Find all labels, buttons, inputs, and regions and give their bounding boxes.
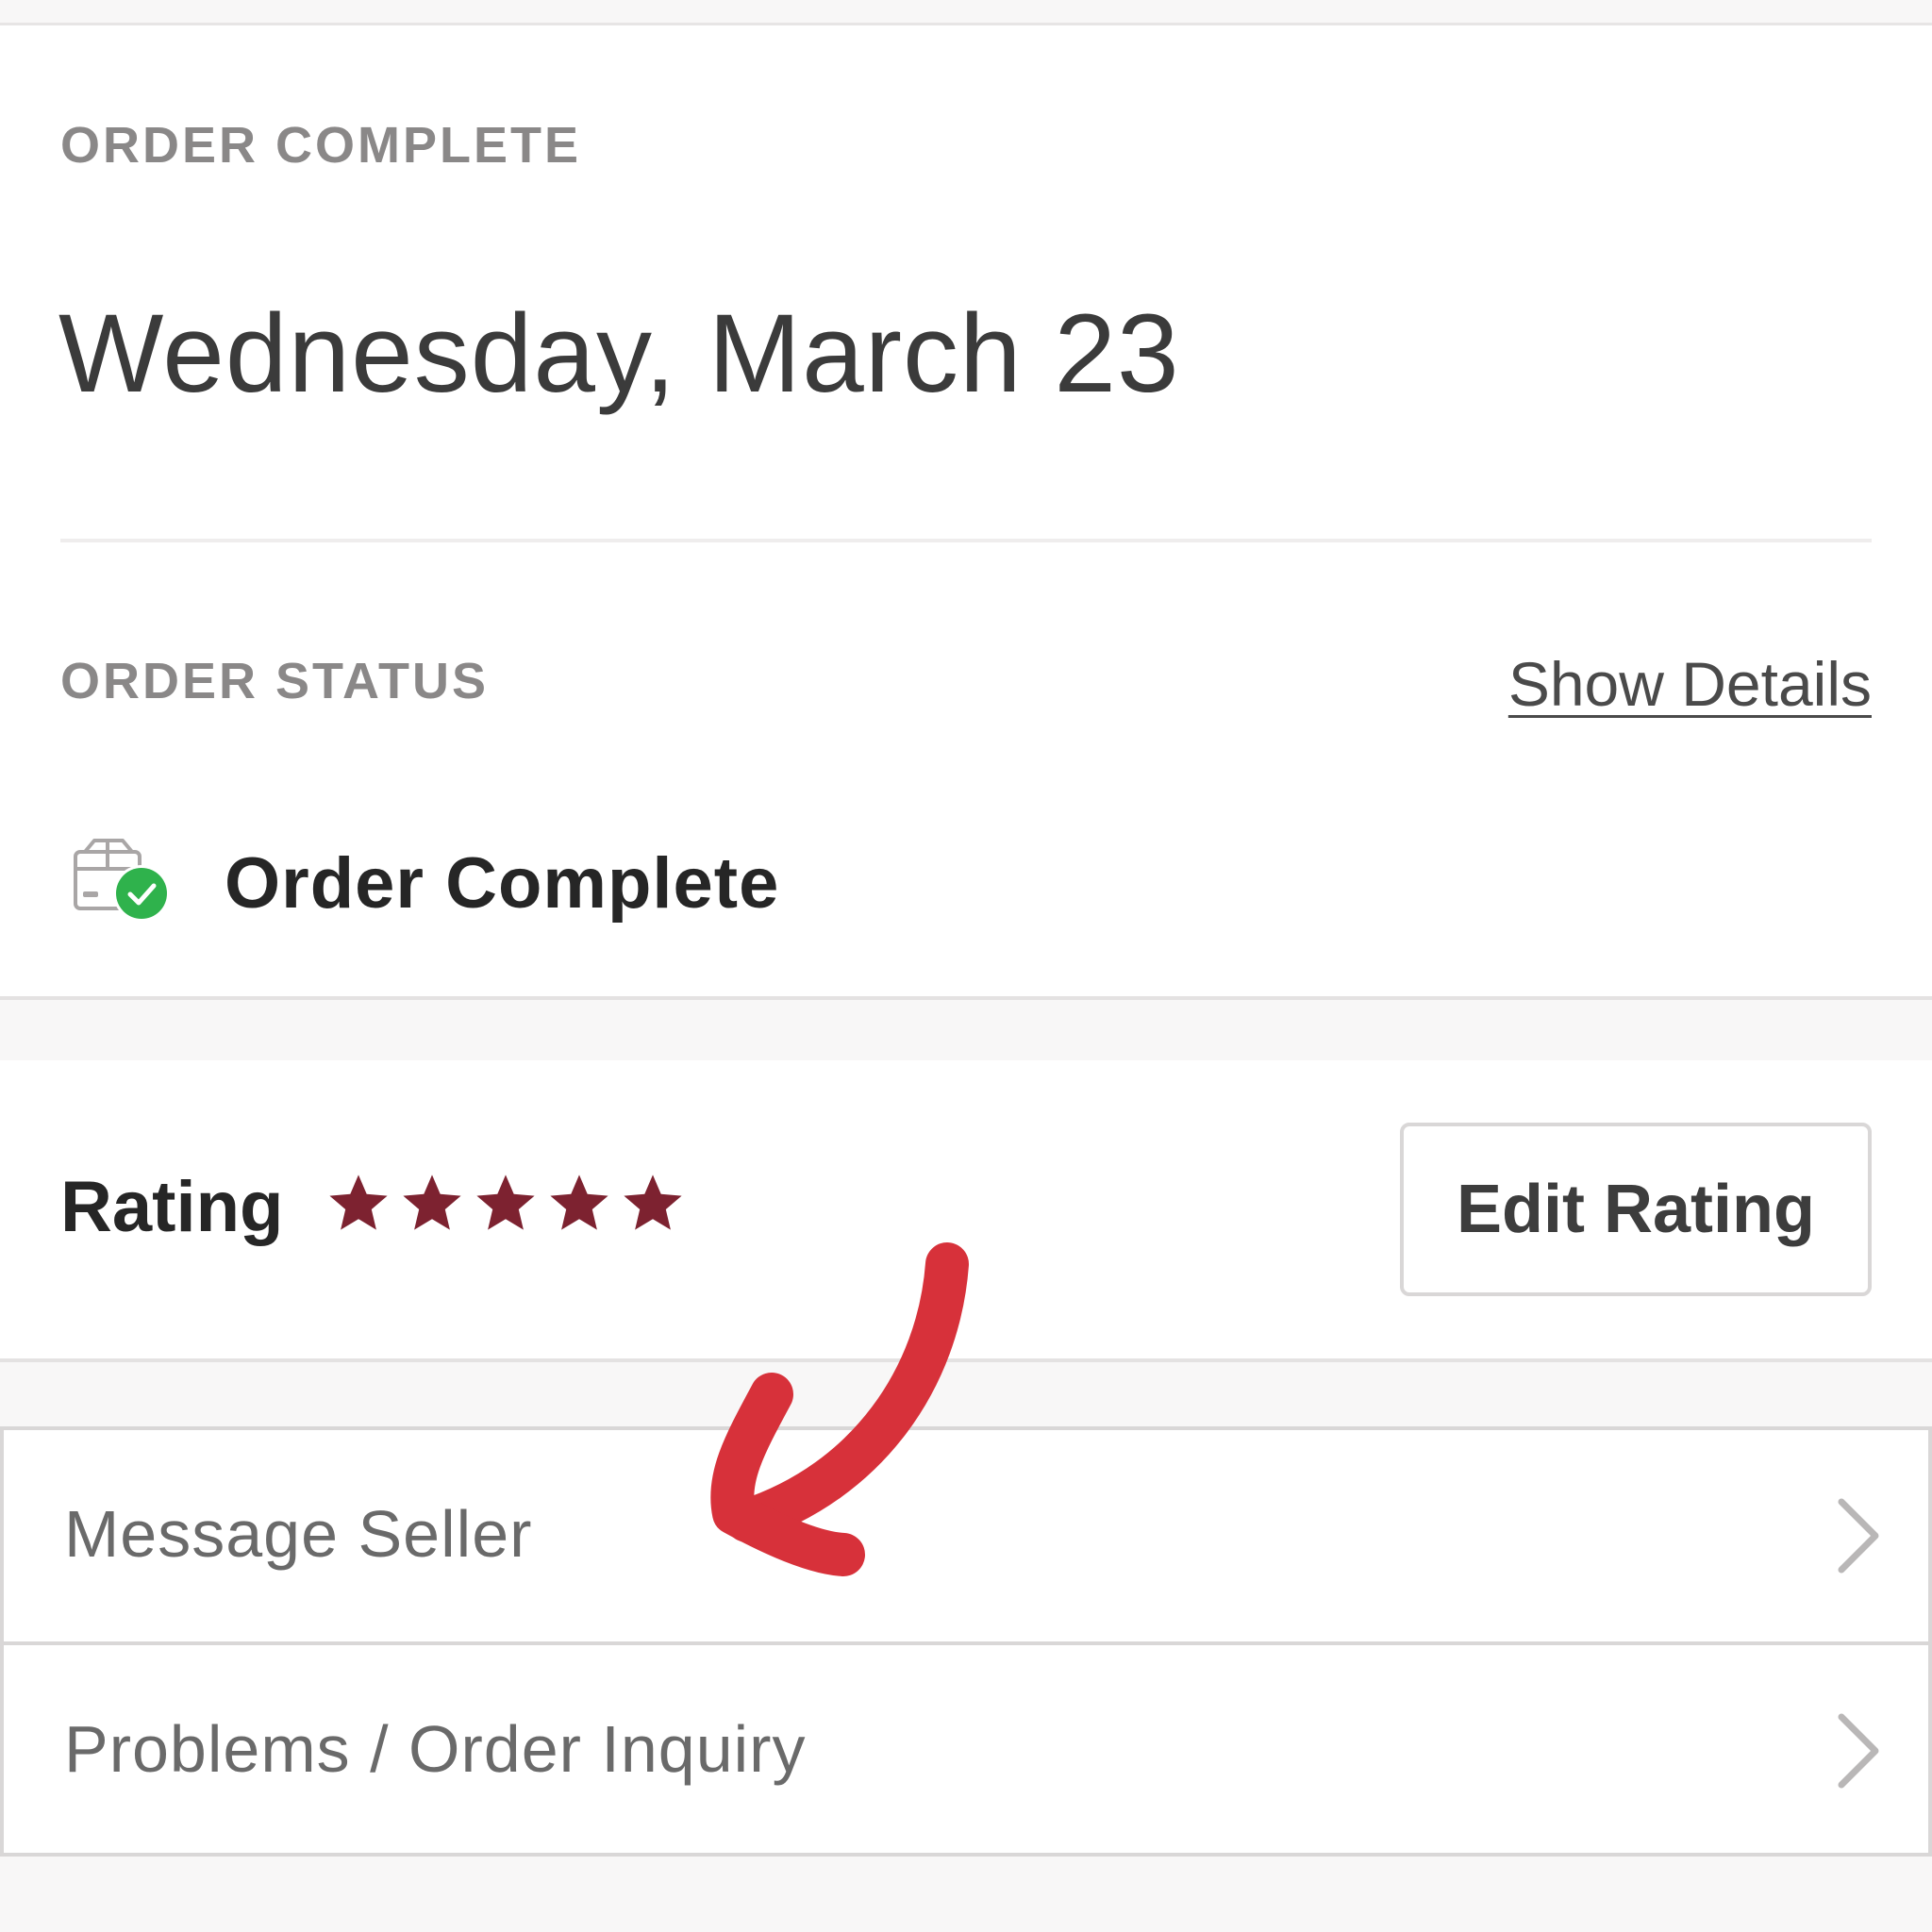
section-divider xyxy=(60,539,1872,542)
star-icon xyxy=(550,1174,608,1230)
star-icon xyxy=(403,1174,461,1230)
order-status-eyebrow: ORDER STATUS xyxy=(60,653,489,709)
order-actions-list: Message Seller Problems / Order Inquiry xyxy=(0,1426,1932,1857)
order-details-page: ORDER COMPLETE Wednesday, March 23 ORDER… xyxy=(0,0,1932,1932)
problems-order-inquiry-label: Problems / Order Inquiry xyxy=(64,1712,807,1786)
order-status-text: Order Complete xyxy=(225,843,780,924)
chevron-right-icon xyxy=(1834,1711,1883,1790)
box-check-icon xyxy=(72,837,174,931)
star-icon xyxy=(476,1174,535,1230)
message-seller-row[interactable]: Message Seller xyxy=(4,1430,1928,1645)
star-icon xyxy=(329,1174,388,1230)
rating-label: Rating xyxy=(60,1167,284,1247)
problems-order-inquiry-row[interactable]: Problems / Order Inquiry xyxy=(4,1645,1928,1857)
star-icon xyxy=(624,1174,682,1230)
star-rating xyxy=(325,1170,687,1245)
show-details-link[interactable]: Show Details xyxy=(1508,648,1872,720)
rating-card: Rating Edit Rating xyxy=(0,1060,1932,1362)
order-complete-eyebrow: ORDER COMPLETE xyxy=(60,117,582,174)
order-date: Wednesday, March 23 xyxy=(58,291,1180,416)
message-seller-label: Message Seller xyxy=(64,1497,533,1571)
order-summary-card: ORDER COMPLETE Wednesday, March 23 ORDER… xyxy=(0,23,1932,1000)
chevron-right-icon xyxy=(1834,1496,1883,1575)
edit-rating-button[interactable]: Edit Rating xyxy=(1400,1123,1872,1296)
